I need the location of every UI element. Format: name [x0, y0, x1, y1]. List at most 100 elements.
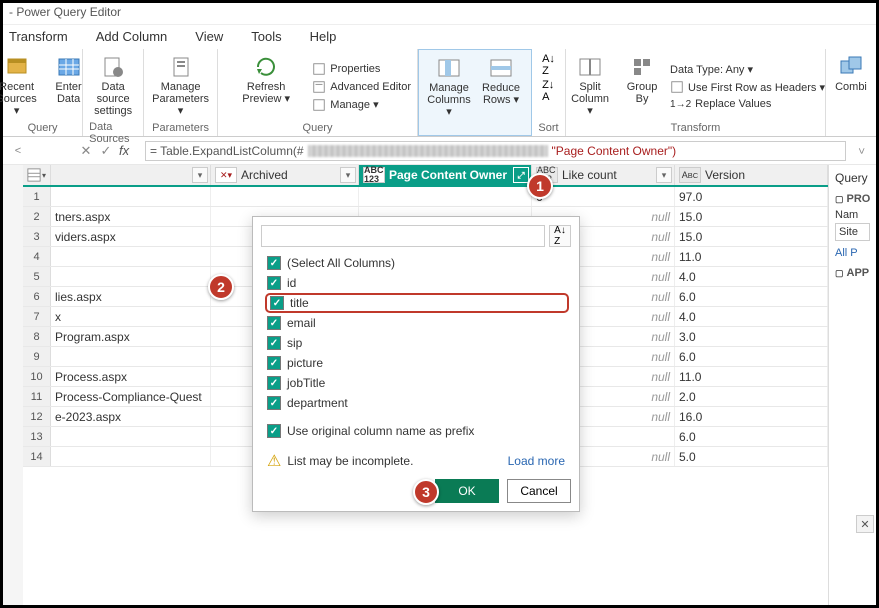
col-name-partial[interactable]: ▾	[51, 165, 211, 185]
data-type-button[interactable]: Data Type: Any ▾	[670, 61, 753, 78]
expand-option-picture[interactable]: ✓picture	[267, 353, 569, 373]
ok-button[interactable]: OK	[435, 479, 499, 503]
formula-input[interactable]: = Table.ExpandListColumn(# "Page Content…	[145, 141, 846, 161]
table-row[interactable]: 1 697.0	[23, 187, 828, 207]
expand-option--select-all-columns-[interactable]: ✓(Select All Columns)	[267, 253, 569, 273]
expand-option-jobtitle[interactable]: ✓jobTitle	[267, 373, 569, 393]
load-more-link[interactable]: Load more	[508, 454, 565, 468]
use-prefix-checkbox[interactable]: ✓Use original column name as prefix	[267, 421, 569, 441]
cell-name	[51, 347, 211, 366]
first-row-headers-button[interactable]: Use First Row as Headers ▾	[670, 78, 825, 96]
name-label: Nam	[835, 209, 870, 221]
sort-columns-button[interactable]: A↓Z	[549, 225, 571, 247]
expand-option-department[interactable]: ✓department	[267, 393, 569, 413]
col-filter-icon[interactable]: ▾	[656, 167, 672, 183]
row-number: 4	[23, 247, 51, 266]
cell-archived	[211, 187, 359, 206]
cell-name: Program.aspx	[51, 327, 211, 346]
properties-button[interactable]: Properties	[312, 60, 380, 78]
cell-version: 6.0	[675, 287, 828, 306]
cell-name	[51, 267, 211, 286]
cell-name	[51, 247, 211, 266]
manage-columns-button[interactable]: Manage Columns ▾	[425, 54, 473, 120]
cell-version: 97.0	[675, 187, 828, 206]
all-properties-link[interactable]: All P	[835, 247, 870, 259]
cell-name: lies.aspx	[51, 287, 211, 306]
select-all-corner[interactable]: ▾	[23, 165, 51, 185]
advanced-editor-button[interactable]: Advanced Editor	[312, 78, 411, 96]
checkbox-icon: ✓	[267, 336, 281, 350]
reduce-rows-button[interactable]: Reduce Rows ▾	[477, 54, 525, 120]
column-search-input[interactable]	[261, 225, 545, 247]
cell-name: e-2023.aspx	[51, 407, 211, 426]
query-name-input[interactable]: Site	[835, 223, 870, 241]
row-number: 1	[23, 187, 51, 206]
title-bar: - Power Query Editor	[3, 3, 876, 25]
menu-tools[interactable]: Tools	[251, 29, 281, 45]
row-number: 3	[23, 227, 51, 246]
row-number: 10	[23, 367, 51, 386]
col-like-count[interactable]: ABC 123 Like count ▾	[532, 165, 675, 185]
row-number: 6	[23, 287, 51, 306]
checkbox-icon: ✓	[267, 376, 281, 390]
group-datasources-label: Data Sources	[89, 121, 137, 145]
cell-version: 16.0	[675, 407, 828, 426]
close-tab-icon[interactable]: ✕	[856, 515, 874, 533]
type-text-icon[interactable]: ABC	[679, 167, 701, 183]
cell-version: 11.0	[675, 367, 828, 386]
formula-accept-icon[interactable]: ✓	[99, 143, 113, 159]
sort-desc-button[interactable]: Z↓A	[542, 79, 555, 103]
col-filter-icon[interactable]: ▾	[192, 167, 208, 183]
manage-button[interactable]: Manage ▾	[312, 96, 378, 114]
type-icon[interactable]: ✕▾	[215, 167, 237, 183]
warn-message: List may be incomplete.	[287, 454, 413, 468]
split-column-button[interactable]: Split Column ▾	[566, 53, 614, 120]
col-version[interactable]: ABC Version	[675, 165, 828, 185]
type-abc123-icon[interactable]: ABC 123	[536, 167, 558, 183]
col-archived[interactable]: ✕▾ Archived ▾	[211, 165, 359, 185]
sort-asc-button[interactable]: A↓Z	[542, 53, 555, 77]
col-expand-icon[interactable]: ⤢	[513, 167, 529, 183]
applied-steps-section[interactable]: ▢APP	[835, 267, 870, 279]
warning-icon: ⚠	[267, 451, 281, 471]
replace-values-button[interactable]: 1→2Replace Values	[670, 96, 771, 112]
col-page-content-owner[interactable]: ABC 123 Page Content Owner ⤢	[359, 165, 532, 185]
refresh-preview-button[interactable]: Refresh Preview ▾	[224, 53, 308, 120]
cell-version: 15.0	[675, 207, 828, 226]
fx-icon[interactable]: fx	[119, 143, 139, 158]
col-filter-icon[interactable]: ▾	[340, 167, 356, 183]
checkbox-icon: ✓	[267, 356, 281, 370]
queries-pane-toggle[interactable]: <	[9, 145, 27, 157]
row-number: 12	[23, 407, 51, 426]
expand-option-id[interactable]: ✓id	[267, 273, 569, 293]
cell-name: Process.aspx	[51, 367, 211, 386]
recent-sources-button[interactable]: Recent Sources ▾	[0, 53, 41, 120]
type-abc123-icon[interactable]: ABC 123	[363, 167, 385, 183]
formula-expand-icon[interactable]: >	[855, 142, 867, 160]
row-number: 11	[23, 387, 51, 406]
cancel-button[interactable]: Cancel	[507, 479, 571, 503]
expand-option-sip[interactable]: ✓sip	[267, 333, 569, 353]
checkbox-icon: ✓	[270, 296, 284, 310]
menu-help[interactable]: Help	[310, 29, 337, 45]
cell-version: 4.0	[675, 267, 828, 286]
properties-section[interactable]: ▢PRO	[835, 193, 870, 205]
formula-cancel-icon[interactable]: ✕	[79, 143, 93, 159]
combine-button[interactable]: Combi	[832, 53, 870, 134]
group-parameters-label: Parameters	[152, 122, 209, 134]
menu-transform[interactable]: Transform	[9, 29, 68, 45]
data-source-settings-button[interactable]: Data source settings	[89, 53, 137, 119]
cell-name: tners.aspx	[51, 207, 211, 226]
group-by-button[interactable]: Group By	[618, 53, 666, 120]
expand-option-title[interactable]: ✓title	[265, 293, 569, 313]
menu-add-column[interactable]: Add Column	[96, 29, 168, 45]
row-number: 14	[23, 447, 51, 466]
manage-parameters-button[interactable]: Manage Parameters ▾	[150, 53, 211, 120]
cell-name: x	[51, 307, 211, 326]
menu-view[interactable]: View	[195, 29, 223, 45]
row-number: 2	[23, 207, 51, 226]
cell-name	[51, 447, 211, 466]
cell-like: 6	[532, 187, 675, 206]
expand-option-email[interactable]: ✓email	[267, 313, 569, 333]
cell-version: 15.0	[675, 227, 828, 246]
